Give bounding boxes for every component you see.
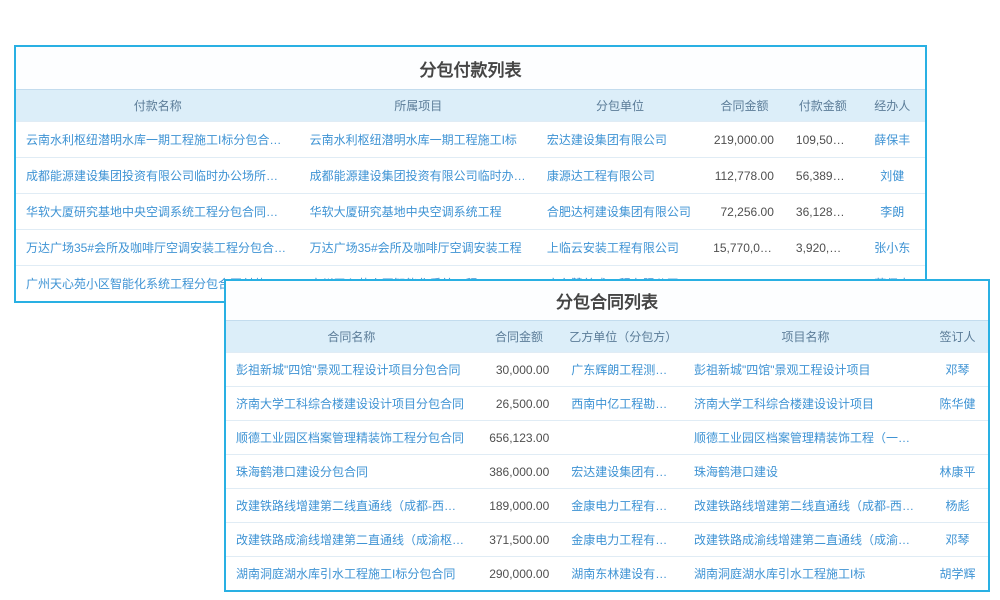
payment-cell-project[interactable]: 成都能源建设集团投资有限公司临时办公场所... (300, 158, 537, 194)
contract-cell-signer[interactable]: 邓琴 (927, 353, 988, 387)
contract-cell-contract-name[interactable]: 湖南洞庭湖水库引水工程施工I标分包合同 (226, 557, 477, 591)
contract-cell-party-b-unit[interactable]: 金康电力工程有限公司 (561, 489, 684, 523)
contract-col-header-contract-name: 合同名称 (226, 321, 477, 353)
payment-table: 付款名称所属项目分包单位合同金额付款金额经办人 云南水利枢纽潜明水库一期工程施工… (16, 89, 925, 301)
payment-cell-contract-amount: 219,000.00 (703, 122, 786, 158)
payment-cell-handler[interactable]: 薛保丰 (860, 122, 925, 158)
payment-table-header-row: 付款名称所属项目分包单位合同金额付款金额经办人 (16, 90, 925, 122)
contract-cell-party-b-unit[interactable]: 金康电力工程有限公司 (561, 523, 684, 557)
contract-cell-signer (927, 421, 988, 455)
contract-row[interactable]: 改建铁路线增建第二线直通线（成都-西安）电力线...189,000.00金康电力… (226, 489, 988, 523)
contract-cell-signer[interactable]: 杨彪 (927, 489, 988, 523)
contract-col-header-signer: 签订人 (927, 321, 988, 353)
payment-cell-contract-amount: 112,778.00 (703, 158, 786, 194)
contract-cell-project-name[interactable]: 彭祖新城"四馆"景观工程设计项目 (684, 353, 927, 387)
payment-col-header-handler: 经办人 (860, 90, 925, 122)
payment-cell-payment-name[interactable]: 云南水利枢纽潜明水库一期工程施工I标分包合同付款 (16, 122, 300, 158)
payment-list-title: 分包付款列表 (16, 47, 925, 89)
contract-row[interactable]: 彭祖新城"四馆"景观工程设计项目分包合同30,000.00广东辉朗工程测绘公司彭… (226, 353, 988, 387)
payment-cell-subcontractor[interactable]: 康源达工程有限公司 (537, 158, 703, 194)
payment-cell-payment-name[interactable]: 华软大厦研究基地中央空调系统工程分包合同付款 (16, 194, 300, 230)
contract-cell-contract-name[interactable]: 改建铁路线增建第二线直通线（成都-西安）电力线... (226, 489, 477, 523)
contract-cell-contract-amount: 371,500.00 (477, 523, 562, 557)
contract-cell-contract-name[interactable]: 改建铁路成渝线增建第二直通线（成渝枢纽）电力... (226, 523, 477, 557)
payment-cell-payment-name[interactable]: 成都能源建设集团投资有限公司临时办公场所装修改造... (16, 158, 300, 194)
payment-col-header-project: 所属项目 (300, 90, 537, 122)
payment-col-header-payment-amount: 付款金额 (786, 90, 860, 122)
contract-cell-project-name[interactable]: 湖南洞庭湖水库引水工程施工I标 (684, 557, 927, 591)
payment-cell-handler[interactable]: 李朗 (860, 194, 925, 230)
payment-row[interactable]: 云南水利枢纽潜明水库一期工程施工I标分包合同付款云南水利枢纽潜明水库一期工程施工… (16, 122, 925, 158)
payment-cell-payment-name[interactable]: 万达广场35#会所及咖啡厅空调安装工程分包合同付款 (16, 230, 300, 266)
contract-cell-project-name[interactable]: 顺德工业园区档案管理精装饰工程（一标段） (684, 421, 927, 455)
contract-cell-project-name[interactable]: 改建铁路线增建第二线直通线（成都-西安）电力线... (684, 489, 927, 523)
contract-cell-contract-amount: 30,000.00 (477, 353, 562, 387)
contract-col-header-party-b-unit: 乙方单位（分包方） (561, 321, 684, 353)
payment-cell-payment-amount: 3,920,96... (786, 230, 860, 266)
contract-table: 合同名称合同金额乙方单位（分包方）项目名称签订人 彭祖新城"四馆"景观工程设计项… (226, 320, 988, 590)
payment-cell-contract-amount: 15,770,00... (703, 230, 786, 266)
contract-cell-contract-name[interactable]: 顺德工业园区档案管理精装饰工程分包合同 (226, 421, 477, 455)
contract-col-header-contract-amount: 合同金额 (477, 321, 562, 353)
contract-cell-project-name[interactable]: 珠海鹤港口建设 (684, 455, 927, 489)
contract-cell-signer[interactable]: 林康平 (927, 455, 988, 489)
contract-cell-contract-amount: 290,000.00 (477, 557, 562, 591)
payment-list-card: 分包付款列表 付款名称所属项目分包单位合同金额付款金额经办人 云南水利枢纽潜明水… (14, 45, 927, 303)
contract-cell-party-b-unit[interactable]: 湖南东林建设有限公司 (561, 557, 684, 591)
contract-cell-signer[interactable]: 陈华健 (927, 387, 988, 421)
contract-table-header-row: 合同名称合同金额乙方单位（分包方）项目名称签订人 (226, 321, 988, 353)
contract-cell-party-b-unit[interactable]: 西南中亿工程勘察公司 (561, 387, 684, 421)
contract-cell-contract-name[interactable]: 珠海鹤港口建设分包合同 (226, 455, 477, 489)
contract-cell-contract-name[interactable]: 彭祖新城"四馆"景观工程设计项目分包合同 (226, 353, 477, 387)
payment-cell-handler[interactable]: 张小东 (860, 230, 925, 266)
contract-cell-contract-amount: 26,500.00 (477, 387, 562, 421)
payment-cell-subcontractor[interactable]: 上临云安装工程有限公司 (537, 230, 703, 266)
contract-cell-contract-amount: 189,000.00 (477, 489, 562, 523)
contract-cell-signer[interactable]: 邓琴 (927, 523, 988, 557)
contract-cell-project-name[interactable]: 济南大学工科综合楼建设设计项目 (684, 387, 927, 421)
contract-list-card: 分包合同列表 合同名称合同金额乙方单位（分包方）项目名称签订人 彭祖新城"四馆"… (224, 279, 990, 592)
contract-cell-party-b-unit[interactable]: 宏达建设集团有限公司 (561, 455, 684, 489)
payment-col-header-contract-amount: 合同金额 (703, 90, 786, 122)
contract-cell-project-name[interactable]: 改建铁路成渝线增建第二直通线（成渝枢纽）电力... (684, 523, 927, 557)
payment-cell-payment-amount: 109,500.00 (786, 122, 860, 158)
payment-cell-handler[interactable]: 刘健 (860, 158, 925, 194)
contract-row[interactable]: 顺德工业园区档案管理精装饰工程分包合同656,123.00 顺德工业园区档案管理精… (226, 421, 988, 455)
contract-cell-signer[interactable]: 胡学辉 (927, 557, 988, 591)
contract-row[interactable]: 珠海鹤港口建设分包合同386,000.00宏达建设集团有限公司珠海鹤港口建设林康… (226, 455, 988, 489)
payment-cell-project[interactable]: 云南水利枢纽潜明水库一期工程施工I标 (300, 122, 537, 158)
payment-cell-project[interactable]: 万达广场35#会所及咖啡厅空调安装工程 (300, 230, 537, 266)
contract-row[interactable]: 湖南洞庭湖水库引水工程施工I标分包合同290,000.00湖南东林建设有限公司湖… (226, 557, 988, 591)
payment-col-header-subcontractor: 分包单位 (537, 90, 703, 122)
contract-cell-contract-name[interactable]: 济南大学工科综合楼建设设计项目分包合同 (226, 387, 477, 421)
payment-col-header-payment-name: 付款名称 (16, 90, 300, 122)
contract-list-title: 分包合同列表 (226, 281, 988, 320)
contract-row[interactable]: 改建铁路成渝线增建第二直通线（成渝枢纽）电力...371,500.00金康电力工… (226, 523, 988, 557)
payment-cell-payment-amount: 36,128.00 (786, 194, 860, 230)
payment-row[interactable]: 华软大厦研究基地中央空调系统工程分包合同付款华软大厦研究基地中央空调系统工程合肥… (16, 194, 925, 230)
payment-cell-subcontractor[interactable]: 合肥达柯建设集团有限公司 (537, 194, 703, 230)
payment-cell-contract-amount: 72,256.00 (703, 194, 786, 230)
payment-cell-payment-amount: 56,389.00 (786, 158, 860, 194)
contract-cell-contract-amount: 656,123.00 (477, 421, 562, 455)
contract-cell-contract-amount: 386,000.00 (477, 455, 562, 489)
payment-cell-project[interactable]: 华软大厦研究基地中央空调系统工程 (300, 194, 537, 230)
payment-cell-subcontractor[interactable]: 宏达建设集团有限公司 (537, 122, 703, 158)
contract-col-header-project-name: 项目名称 (684, 321, 927, 353)
payment-row[interactable]: 成都能源建设集团投资有限公司临时办公场所装修改造...成都能源建设集团投资有限公… (16, 158, 925, 194)
payment-row[interactable]: 万达广场35#会所及咖啡厅空调安装工程分包合同付款万达广场35#会所及咖啡厅空调… (16, 230, 925, 266)
contract-row[interactable]: 济南大学工科综合楼建设设计项目分包合同26,500.00西南中亿工程勘察公司济南… (226, 387, 988, 421)
contract-cell-party-b-unit[interactable]: 广东辉朗工程测绘公司 (561, 353, 684, 387)
contract-cell-party-b-unit (561, 421, 684, 455)
